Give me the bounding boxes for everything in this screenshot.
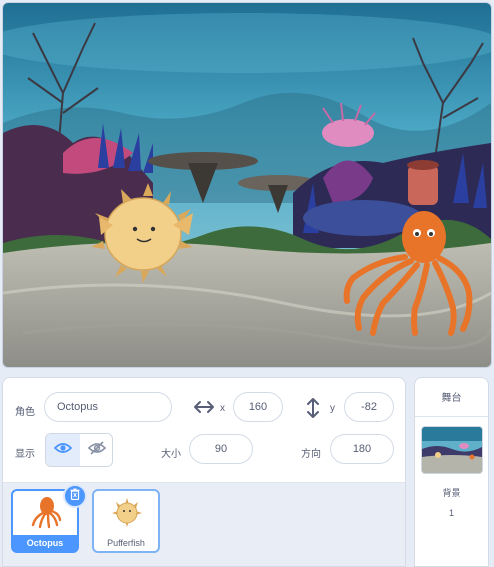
sprite-thumb-pufferfish[interactable]: Pufferfish	[92, 489, 160, 553]
trash-icon	[70, 487, 80, 505]
size-label: 大小	[161, 449, 181, 460]
vertical-arrows-icon	[306, 397, 320, 419]
hide-button[interactable]	[80, 434, 112, 466]
y-label: y	[330, 403, 335, 414]
direction-label: 方向	[301, 449, 321, 460]
sprite-name-input[interactable]: Octopus	[44, 392, 172, 422]
eye-icon	[53, 441, 73, 459]
octopus-thumbnail	[29, 495, 63, 534]
show-button[interactable]	[46, 434, 81, 466]
horizontal-arrows-icon	[193, 400, 215, 414]
stage-title: 舞台	[415, 378, 488, 417]
direction-input[interactable]: 180	[330, 434, 394, 464]
show-label: 显示	[15, 449, 35, 460]
y-input[interactable]: -82	[344, 392, 394, 422]
sprite-thumb-label: Pufferfish	[107, 538, 145, 548]
sprite-properties: 角色 Octopus x 160 y -82 显示 大小 90 方向 180	[3, 378, 405, 483]
sprite-thumb-label: Octopus	[13, 535, 77, 551]
sprite-info-panel: 角色 Octopus x 160 y -82 显示 大小 90 方向 180 O…	[2, 377, 406, 567]
delete-sprite-button[interactable]	[63, 484, 87, 508]
backdrop-label: 背景	[442, 488, 461, 498]
visibility-toggle	[45, 433, 113, 467]
backdrop-count: 1	[448, 508, 454, 518]
pufferfish-thumbnail	[110, 496, 144, 533]
size-input[interactable]: 90	[189, 434, 253, 464]
octopus-head	[402, 211, 446, 263]
x-label: x	[220, 403, 225, 414]
stage-canvas[interactable]	[2, 2, 492, 368]
backdrop-thumbnail[interactable]	[421, 426, 483, 474]
stage-selector-panel[interactable]: 舞台 背景 1	[414, 377, 489, 567]
eye-slash-icon	[87, 440, 107, 460]
sprite-label: 角色	[15, 407, 35, 418]
x-input[interactable]: 160	[233, 392, 283, 422]
